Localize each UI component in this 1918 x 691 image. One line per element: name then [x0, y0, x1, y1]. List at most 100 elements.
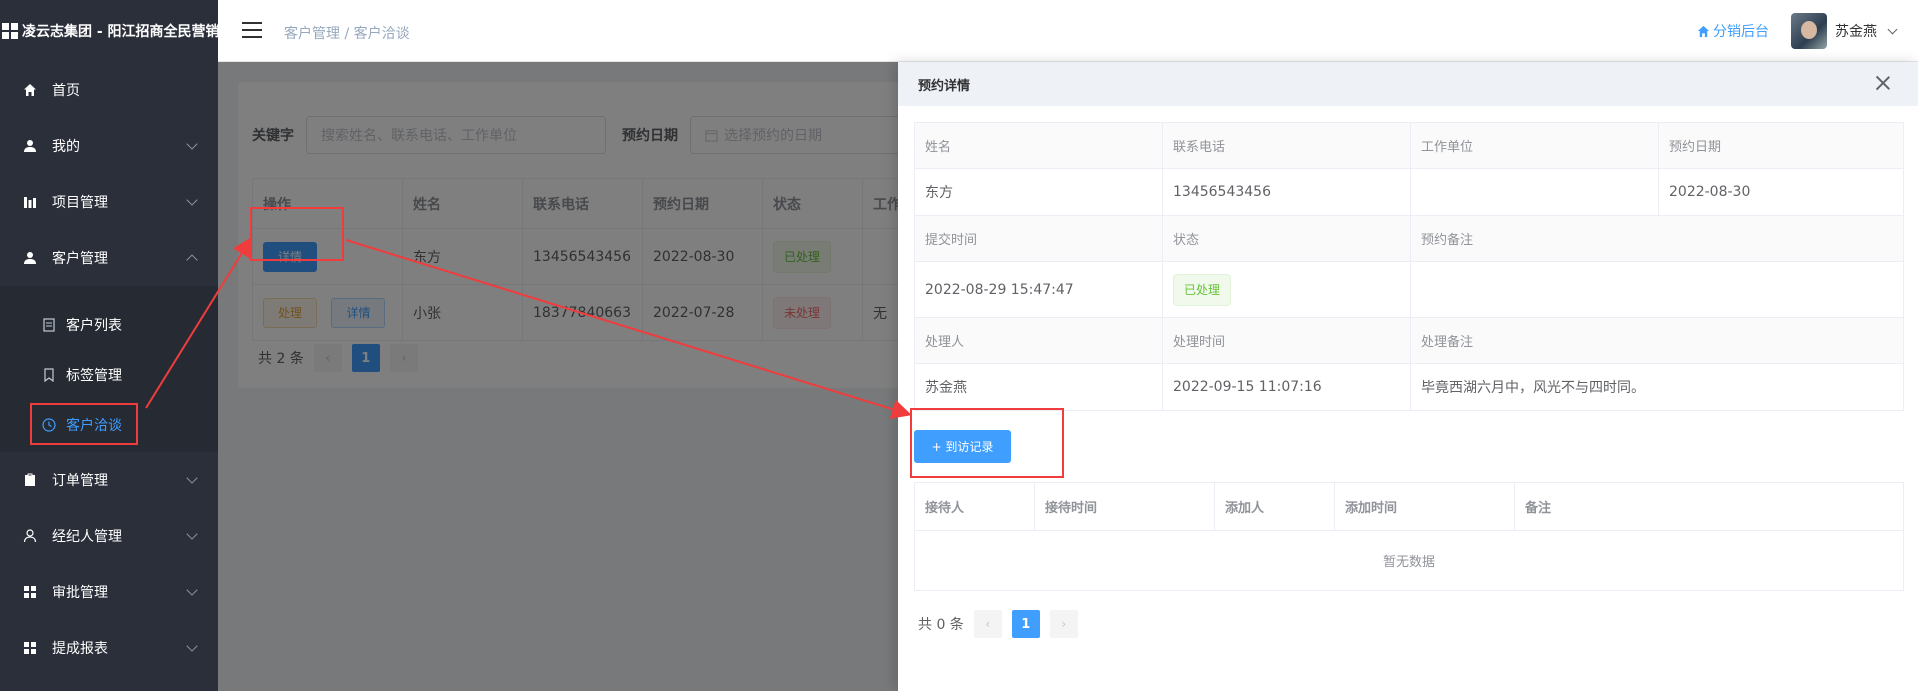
user-icon: [22, 138, 38, 154]
grid-icon: [22, 640, 38, 656]
sidebar-item-label: 订单管理: [52, 473, 108, 489]
label-handler: 处理人: [914, 317, 1163, 364]
annotation-box-detail: [250, 207, 344, 261]
sidebar-item-label: 审批管理: [52, 585, 108, 601]
status-badge: 已处理: [1173, 273, 1232, 306]
label-date: 预约日期: [1658, 122, 1904, 169]
table-header-row: 接待人 接待时间 添加人 添加时间 备注: [914, 482, 1904, 531]
pager-page-1[interactable]: 1: [1011, 610, 1040, 638]
hamburger-icon[interactable]: [242, 22, 262, 38]
breadcrumb-separator: /: [344, 26, 350, 42]
sidebar-item-orders[interactable]: 订单管理: [0, 452, 218, 508]
sidebar-item-agents[interactable]: 经纪人管理: [0, 508, 218, 564]
username[interactable]: 苏金燕: [1835, 21, 1877, 41]
label-company: 工作单位: [1410, 122, 1659, 169]
value-phone: 13456543456: [1162, 168, 1411, 216]
grid-icon: [22, 584, 38, 600]
sidebar-item-customer-list[interactable]: 客户列表: [0, 300, 218, 350]
desc-value-row: 苏金燕 2022-09-15 11:07:16 毕竟西湖六月中，风光不与四时同。: [914, 363, 1904, 411]
value-status: 已处理: [1162, 261, 1411, 318]
col-creator: 添加人: [1214, 482, 1335, 531]
sidebar-item-label: 提成报表: [52, 641, 108, 657]
desc-label-row: 提交时间 状态 预约备注: [914, 215, 1904, 262]
label-phone: 联系电话: [1162, 122, 1411, 169]
value-date: 2022-08-30: [1658, 168, 1904, 216]
visit-record-table: 接待人 接待时间 添加人 添加时间 备注 暂无数据: [914, 482, 1904, 591]
distribution-link-label: 分销后台: [1713, 24, 1769, 40]
sidebar: 凌云志集团 - 阳江招商全民营销 首页 我的 项目管理 客户管理 客户列表 标签…: [0, 0, 218, 691]
top-header: 客户管理 / 客户洽谈 分销后台 苏金燕: [218, 0, 1918, 62]
value-appointment-note: [1410, 261, 1904, 318]
sidebar-item-label: 客户列表: [66, 318, 122, 334]
chevron-down-icon: [186, 194, 198, 206]
distribution-link[interactable]: 分销后台: [1697, 21, 1769, 41]
chart-icon: [22, 194, 38, 210]
chevron-down-icon: [186, 528, 198, 540]
col-receive-time: 接待时间: [1034, 482, 1215, 531]
breadcrumb: 客户管理 / 客户洽谈: [284, 23, 410, 43]
annotation-box-add-button: [910, 408, 1064, 478]
pager-prev-button[interactable]: ‹: [973, 610, 1002, 638]
table-row: 暂无数据: [914, 530, 1904, 591]
pager-total: 共 0 条: [918, 617, 964, 633]
value-company: [1410, 168, 1659, 216]
label-handle-note: 处理备注: [1410, 317, 1904, 364]
desc-value-row: 2022-08-29 15:47:47 已处理: [914, 261, 1904, 318]
desc-label-row: 姓名 联系电话 工作单位 预约日期: [914, 122, 1904, 169]
desc-label-row: 处理人 处理时间 处理备注: [914, 317, 1904, 364]
sidebar-item-customers[interactable]: 客户管理: [0, 230, 218, 286]
person-icon: [22, 528, 38, 544]
pager-next-button[interactable]: ›: [1049, 610, 1078, 638]
chevron-up-icon: [186, 254, 198, 266]
annotation-box-sidebar: [30, 403, 138, 445]
drawer-header: 预约详情: [898, 62, 1918, 106]
value-handler: 苏金燕: [914, 363, 1163, 411]
value-name: 东方: [914, 168, 1163, 216]
col-receiver: 接待人: [914, 482, 1035, 531]
chevron-down-icon: [186, 640, 198, 652]
caret-down-icon[interactable]: [1887, 24, 1898, 34]
close-icon[interactable]: [1874, 74, 1892, 92]
document-icon: [42, 318, 56, 332]
col-create-time: 添加时间: [1334, 482, 1515, 531]
value-submit-time: 2022-08-29 15:47:47: [914, 261, 1163, 318]
sidebar-item-label: 项目管理: [52, 195, 108, 211]
app-title: 凌云志集团 - 阳江招商全民营销: [22, 24, 218, 40]
detail-descriptions: 姓名 联系电话 工作单位 预约日期 东方 13456543456 2022-08…: [914, 122, 1904, 411]
app-logo: 凌云志集团 - 阳江招商全民营销: [0, 0, 218, 62]
label-submit-time: 提交时间: [914, 215, 1163, 262]
chevron-down-icon: [186, 584, 198, 596]
breadcrumb-current: 客户洽谈: [353, 26, 410, 42]
record-pagination: 共 0 条 ‹ 1 ›: [918, 610, 1078, 638]
desc-value-row: 东方 13456543456 2022-08-30: [914, 168, 1904, 216]
sidebar-item-commission[interactable]: 提成报表: [0, 620, 218, 676]
sidebar-item-label: 客户管理: [52, 251, 108, 267]
label-handle-time: 处理时间: [1162, 317, 1411, 364]
sidebar-item-label: 首页: [52, 83, 80, 99]
col-remark: 备注: [1514, 482, 1904, 531]
sidebar-item-tags[interactable]: 标签管理: [0, 350, 218, 400]
header-right: 分销后台 苏金燕: [1697, 0, 1918, 62]
chevron-down-icon: [186, 138, 198, 150]
label-name: 姓名: [914, 122, 1163, 169]
sidebar-item-home[interactable]: 首页: [0, 62, 218, 118]
grid-logo-icon: [2, 23, 18, 39]
sidebar-item-label: 标签管理: [66, 368, 122, 384]
label-status: 状态: [1162, 215, 1411, 262]
sidebar-item-approval[interactable]: 审批管理: [0, 564, 218, 620]
label-appointment-note: 预约备注: [1410, 215, 1904, 262]
chevron-down-icon: [186, 472, 198, 484]
bookmark-icon: [42, 368, 56, 383]
sidebar-item-projects[interactable]: 项目管理: [0, 174, 218, 230]
user-icon: [22, 250, 38, 266]
drawer-title: 预约详情: [918, 78, 971, 94]
home-icon: [1697, 25, 1710, 37]
clipboard-icon: [22, 472, 38, 488]
home-icon: [22, 82, 38, 98]
empty-state: 暂无数据: [914, 530, 1904, 591]
avatar[interactable]: [1791, 13, 1827, 49]
breadcrumb-parent[interactable]: 客户管理: [284, 26, 340, 42]
value-handle-note: 毕竟西湖六月中，风光不与四时同。: [1410, 363, 1904, 411]
sidebar-item-label: 经纪人管理: [52, 529, 122, 545]
sidebar-item-mine[interactable]: 我的: [0, 118, 218, 174]
